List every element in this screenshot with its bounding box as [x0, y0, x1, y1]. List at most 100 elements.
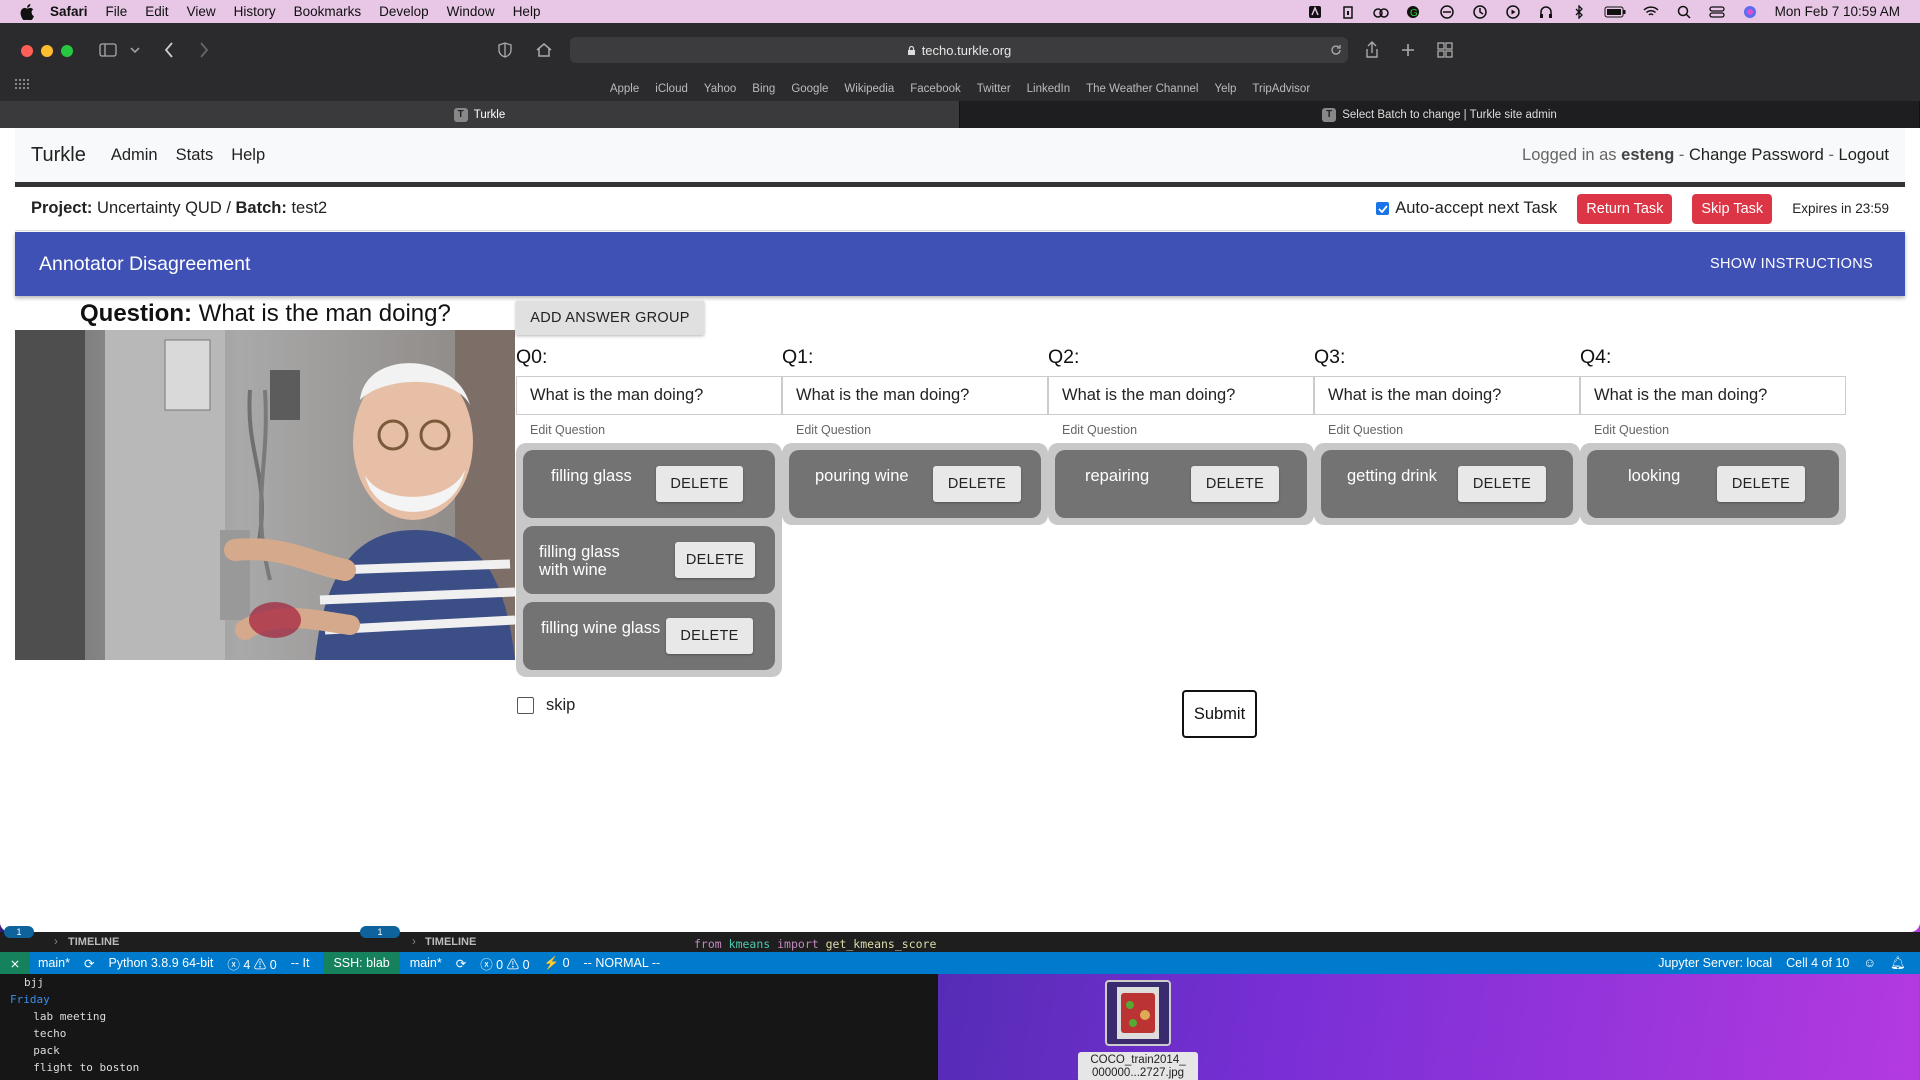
python-interpreter[interactable]: Python 3.8.9 64-bit: [108, 956, 213, 970]
favorite-link[interactable]: Bing: [752, 83, 775, 95]
menu-file[interactable]: File: [106, 4, 128, 19]
focus-icon[interactable]: [1439, 4, 1455, 19]
play-icon[interactable]: [1505, 4, 1521, 19]
favorite-link[interactable]: Yahoo: [704, 83, 736, 95]
delete-button[interactable]: DELETE: [1191, 466, 1279, 502]
nav-stats-link[interactable]: Stats: [176, 146, 214, 165]
home-icon[interactable]: [533, 39, 555, 61]
question-input[interactable]: What is the man doing?: [1314, 376, 1580, 415]
nav-admin-link[interactable]: Admin: [111, 146, 158, 165]
window-zoom-button[interactable]: [61, 45, 73, 57]
battery-icon[interactable]: [1604, 5, 1626, 19]
ssh-remote-status[interactable]: SSH: blab: [323, 952, 400, 974]
logout-link[interactable]: Logout: [1839, 146, 1889, 164]
add-answer-group-button[interactable]: ADD ANSWER GROUP: [516, 301, 704, 335]
answer-card[interactable]: getting drink DELETE: [1321, 450, 1573, 518]
menu-bookmarks[interactable]: Bookmarks: [294, 4, 362, 19]
question-input[interactable]: What is the man doing?: [782, 376, 1048, 415]
control-center-icon[interactable]: [1709, 5, 1725, 19]
answer-card[interactable]: filling glass with wine DELETE: [523, 526, 775, 594]
remote-icon[interactable]: ⨯: [0, 952, 30, 974]
back-arrow-icon[interactable]: [158, 39, 180, 61]
clipboard-icon[interactable]: [1340, 5, 1356, 19]
favorite-link[interactable]: Twitter: [977, 83, 1011, 95]
question-input[interactable]: What is the man doing?: [1048, 376, 1314, 415]
menu-edit[interactable]: Edit: [145, 4, 168, 19]
delete-button[interactable]: DELETE: [675, 542, 755, 578]
brand-link[interactable]: Turkle: [31, 144, 86, 167]
timeline-label[interactable]: TIMELINE: [68, 936, 119, 948]
favorite-link[interactable]: Wikipedia: [844, 83, 894, 95]
time-machine-icon[interactable]: [1472, 4, 1488, 19]
grammarly-icon[interactable]: G: [1406, 5, 1422, 19]
feedback-icon[interactable]: ☺: [1863, 956, 1876, 970]
delete-button[interactable]: DELETE: [666, 618, 753, 654]
window-minimize-button[interactable]: [41, 45, 53, 57]
apple-logo-icon[interactable]: [20, 3, 38, 20]
auto-accept-checkbox[interactable]: [1376, 202, 1390, 215]
wifi-icon[interactable]: [1643, 5, 1659, 19]
favorite-link[interactable]: Apple: [610, 83, 639, 95]
share-icon[interactable]: [1361, 39, 1383, 61]
answer-card[interactable]: filling glass DELETE: [523, 450, 775, 518]
creative-cloud-icon[interactable]: [1372, 5, 1389, 19]
forward-arrow-icon[interactable]: [193, 39, 215, 61]
answer-card[interactable]: filling wine glass DELETE: [523, 602, 775, 670]
answer-card[interactable]: pouring wine DELETE: [789, 450, 1041, 518]
chevron-right-icon[interactable]: ›: [412, 936, 416, 948]
change-password-link[interactable]: Change Password: [1689, 146, 1824, 164]
menubar-datetime[interactable]: Mon Feb 7 10:59 AM: [1775, 4, 1900, 19]
favorite-link[interactable]: TripAdvisor: [1252, 83, 1310, 95]
menu-history[interactable]: History: [234, 4, 276, 19]
browser-tab-admin[interactable]: T Select Batch to change | Turkle site a…: [960, 101, 1920, 128]
terminal-panel[interactable]: bjj Friday lab meeting techo pack flight…: [0, 974, 938, 1080]
address-bar[interactable]: techo.turkle.org: [570, 37, 1348, 63]
bell-icon[interactable]: 🔔︎: [1890, 956, 1906, 971]
nav-help-link[interactable]: Help: [231, 146, 265, 165]
siri-icon[interactable]: [1742, 5, 1758, 19]
answer-card[interactable]: repairing DELETE: [1055, 450, 1307, 518]
window-close-button[interactable]: [21, 45, 33, 57]
chevron-right-icon[interactable]: ›: [54, 936, 58, 948]
git-branch-status[interactable]: main*: [38, 956, 70, 970]
chevron-down-icon[interactable]: [124, 39, 146, 61]
favorite-link[interactable]: iCloud: [655, 83, 688, 95]
menu-help[interactable]: Help: [513, 4, 541, 19]
reload-icon[interactable]: [1330, 44, 1342, 56]
jupyter-server-status[interactable]: Jupyter Server: local: [1658, 956, 1772, 970]
sidebar-toggle-icon[interactable]: [97, 39, 119, 61]
new-tab-plus-icon[interactable]: [1397, 39, 1419, 61]
tab-overview-icon[interactable]: [1434, 39, 1456, 61]
skip-task-button[interactable]: Skip Task: [1692, 193, 1773, 224]
delete-button[interactable]: DELETE: [1717, 466, 1805, 502]
sync-icon[interactable]: ⟳: [456, 956, 466, 971]
headphones-icon[interactable]: [1538, 5, 1554, 19]
menu-develop[interactable]: Develop: [379, 4, 429, 19]
question-input[interactable]: What is the man doing?: [516, 376, 782, 415]
show-instructions-button[interactable]: SHOW INSTRUCTIONS: [1710, 256, 1873, 272]
question-input[interactable]: What is the man doing?: [1580, 376, 1846, 415]
delete-button[interactable]: DELETE: [656, 466, 743, 502]
auto-accept-toggle[interactable]: Auto-accept next Task: [1376, 199, 1557, 218]
delete-button[interactable]: DELETE: [1458, 466, 1546, 502]
desktop-file-icon[interactable]: COCO_train2014_ 000000...2727.jpg: [1078, 980, 1198, 1080]
bluetooth-icon[interactable]: [1571, 4, 1587, 19]
menu-view[interactable]: View: [187, 4, 216, 19]
delete-button[interactable]: DELETE: [933, 466, 1021, 502]
browser-tab-turkle[interactable]: T Turkle: [0, 101, 960, 128]
ports-count[interactable]: ⚡ 0: [544, 956, 570, 971]
privacy-shield-icon[interactable]: [494, 39, 516, 61]
problems-count[interactable]: ⓧ 4 ⚠ 0: [227, 954, 276, 973]
app-status-icon[interactable]: [1307, 5, 1323, 19]
favorite-link[interactable]: Yelp: [1214, 83, 1236, 95]
answer-card[interactable]: looking DELETE: [1587, 450, 1839, 518]
skip-toggle[interactable]: skip: [517, 696, 575, 715]
return-task-button[interactable]: Return Task: [1577, 193, 1673, 224]
timeline-label[interactable]: TIMELINE: [425, 936, 476, 948]
git-branch-status[interactable]: main*: [410, 956, 442, 970]
menu-window[interactable]: Window: [447, 4, 495, 19]
favorite-link[interactable]: Google: [791, 83, 828, 95]
submit-button[interactable]: Submit: [1182, 690, 1257, 738]
favorite-link[interactable]: LinkedIn: [1027, 83, 1070, 95]
sync-icon[interactable]: ⟳: [84, 956, 94, 971]
